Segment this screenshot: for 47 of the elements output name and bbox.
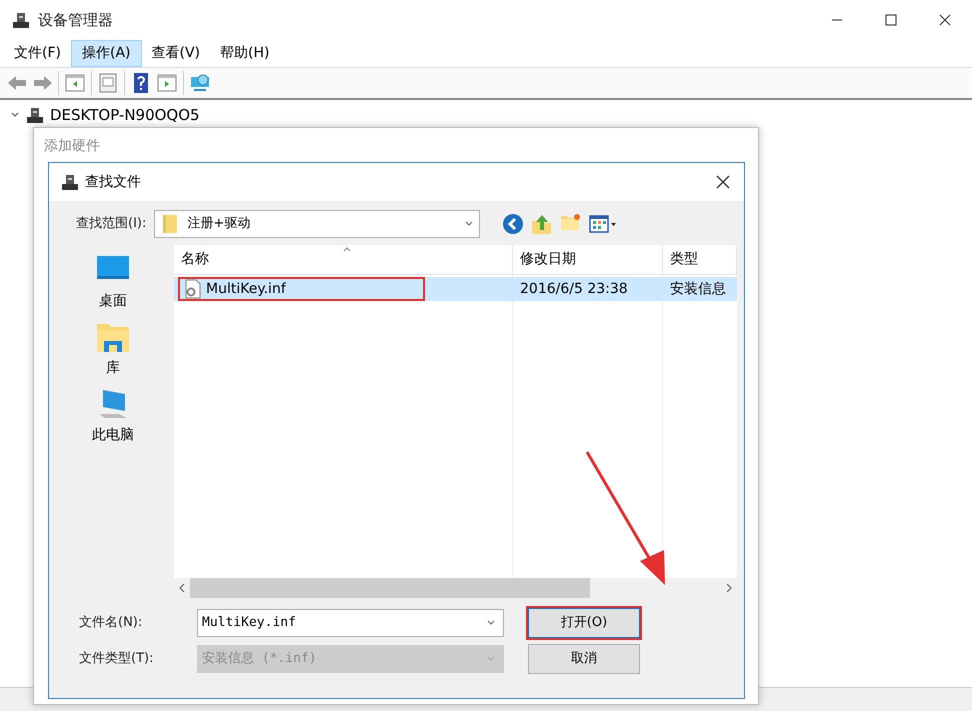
dropdown-caret-icon: [465, 221, 474, 227]
file-type: 安装信息: [670, 280, 726, 296]
close-icon[interactable]: [716, 175, 730, 189]
properties-window-icon[interactable]: [98, 73, 118, 93]
tree-item[interactable]: DESKTOP-N90OQO5: [50, 104, 200, 126]
open-button[interactable]: 打开(O): [528, 608, 640, 638]
place-item[interactable]: 库: [76, 320, 150, 379]
maximize-icon[interactable]: [885, 14, 897, 26]
place-item[interactable]: 桌面: [76, 253, 150, 312]
place-item[interactable]: 此电脑: [76, 387, 150, 446]
column-header[interactable]: 名称: [174, 245, 513, 274]
menu-item[interactable]: 查看(V): [142, 40, 210, 67]
back-icon[interactable]: [502, 213, 524, 235]
menu-item[interactable]: 文件(F): [4, 40, 71, 67]
file-type-dropdown: 安装信息 (*.inf): [197, 645, 504, 673]
settings-file-icon: [184, 279, 202, 299]
file-date: 2016/6/5 23:38: [520, 280, 628, 296]
cancel-button[interactable]: 取消: [528, 644, 640, 674]
column-header[interactable]: 修改日期: [513, 245, 663, 274]
close-icon[interactable]: [939, 14, 951, 26]
file-name-label: 文件名(N):: [79, 614, 144, 632]
look-in-dropdown[interactable]: 注册+驱动: [154, 210, 480, 238]
computer-icon: [26, 106, 44, 124]
dropdown-caret-icon: [487, 656, 495, 662]
menu-item[interactable]: 操作(A): [70, 40, 142, 67]
dialog-title: 查找文件: [85, 172, 141, 192]
view-menu-icon[interactable]: [589, 214, 618, 234]
panel-window-icon[interactable]: [65, 73, 85, 93]
column-header[interactable]: 类型: [663, 245, 737, 274]
file-name: MultiKey.inf: [206, 280, 286, 298]
wizard-title: 添加硬件: [43, 137, 101, 156]
back-arrow-icon[interactable]: [6, 73, 26, 93]
file-name-field[interactable]: MultiKey.inf: [197, 609, 504, 637]
look-in-label: 查找范围(I):: [76, 215, 146, 234]
help-icon[interactable]: [131, 73, 151, 93]
menu-item[interactable]: 帮助(H): [210, 40, 280, 67]
device-manager-icon: [12, 12, 30, 28]
forward-arrow-icon[interactable]: [32, 73, 52, 93]
dropdown-caret-icon: [487, 620, 495, 626]
window-title: 设备管理器: [38, 10, 113, 31]
panel-window-icon[interactable]: [157, 73, 177, 93]
file-type-label: 文件类型(T):: [79, 650, 154, 668]
dialog-icon: [61, 174, 79, 190]
scrollbar-thumb[interactable]: [190, 578, 590, 598]
monitor-search-icon[interactable]: [190, 73, 210, 93]
up-folder-icon[interactable]: [531, 213, 554, 235]
file-row[interactable]: MultiKey.inf 2016/6/5 23:38 安装信息: [174, 277, 737, 301]
